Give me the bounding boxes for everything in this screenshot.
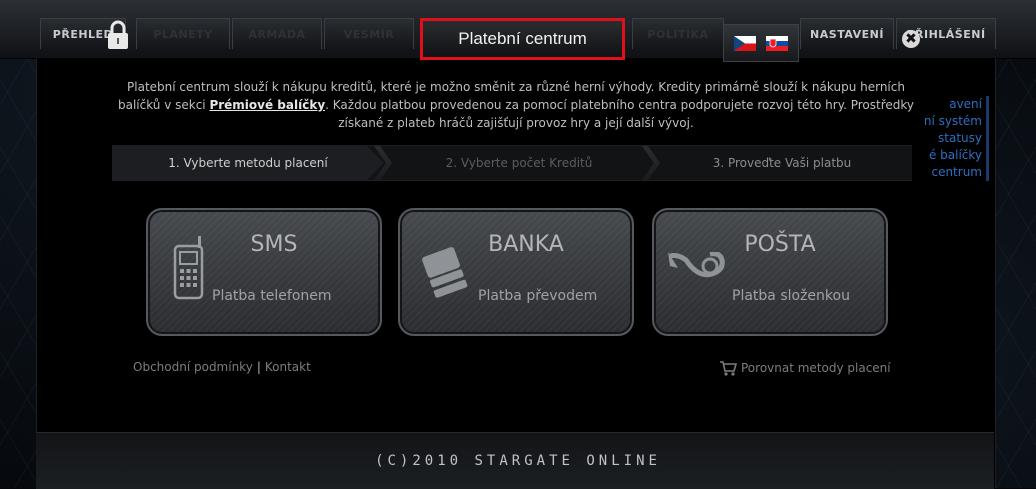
post-horn-icon <box>668 252 725 278</box>
close-icon[interactable]: ✖ <box>902 30 920 48</box>
cart-icon <box>720 361 737 376</box>
method-description: Platba složenkou <box>732 288 850 304</box>
step-1: 1. Vyberte metodu placení <box>112 146 384 180</box>
footer-links: Obchodní podmínky | Kontakt <box>133 360 311 374</box>
step-3: 3. Proveďte Vaši platbu <box>712 156 852 170</box>
intro-text: Platební centrum slouží k nákupu kreditů… <box>117 80 915 130</box>
contact-link[interactable]: Kontakt <box>265 360 311 374</box>
sms-payment-button[interactable]: SMS Platba telefonem <box>146 208 382 336</box>
post-payment-button[interactable]: POŠTA Platba složenkou <box>652 208 888 336</box>
method-name: POŠTA <box>744 232 816 257</box>
tab-politika[interactable]: POLITIKA <box>632 18 724 49</box>
bank-payment-button[interactable]: BANKA Platba převodem <box>398 208 634 336</box>
copyright: (C)2010 STARGATE ONLINE <box>375 453 661 469</box>
background-menu-list: avení ní systém statusy é balíčky centru… <box>916 96 989 181</box>
czech-flag-icon[interactable] <box>734 35 756 51</box>
step-2: 2. Vyberte počet Kreditů <box>445 156 593 170</box>
tab-planety[interactable]: PLANETY <box>136 18 230 49</box>
premium-packages-link[interactable]: Prémiové balíčky <box>209 98 325 112</box>
lock-icon[interactable] <box>106 20 130 50</box>
separator: | <box>256 360 261 374</box>
tab-nastaveni[interactable]: NASTAVENÍ <box>800 18 894 49</box>
payment-steps: 1. Vyberte metodu placení 2. Vyberte poč… <box>112 145 912 181</box>
compare-methods-link[interactable]: Porovnat metody placení <box>719 360 891 376</box>
method-name: BANKA <box>488 232 564 257</box>
list-item[interactable]: ní systém <box>916 113 986 130</box>
tab-armada[interactable]: ARMÁDA <box>232 18 322 49</box>
method-description: Platba telefonem <box>212 288 332 304</box>
dialog-title: Platební centrum <box>420 18 625 60</box>
list-item[interactable]: avení <box>916 96 986 113</box>
method-name: SMS <box>250 232 298 257</box>
language-switcher <box>723 24 799 62</box>
tab-vesmir[interactable]: VESMÍR <box>324 18 414 49</box>
slovak-flag-icon[interactable] <box>766 35 788 51</box>
list-item[interactable]: centrum <box>916 164 986 181</box>
list-item[interactable]: statusy <box>916 130 986 147</box>
list-item[interactable]: é balíčky <box>916 147 986 164</box>
method-description: Platba převodem <box>478 288 598 304</box>
terms-link[interactable]: Obchodní podmínky <box>133 360 253 374</box>
